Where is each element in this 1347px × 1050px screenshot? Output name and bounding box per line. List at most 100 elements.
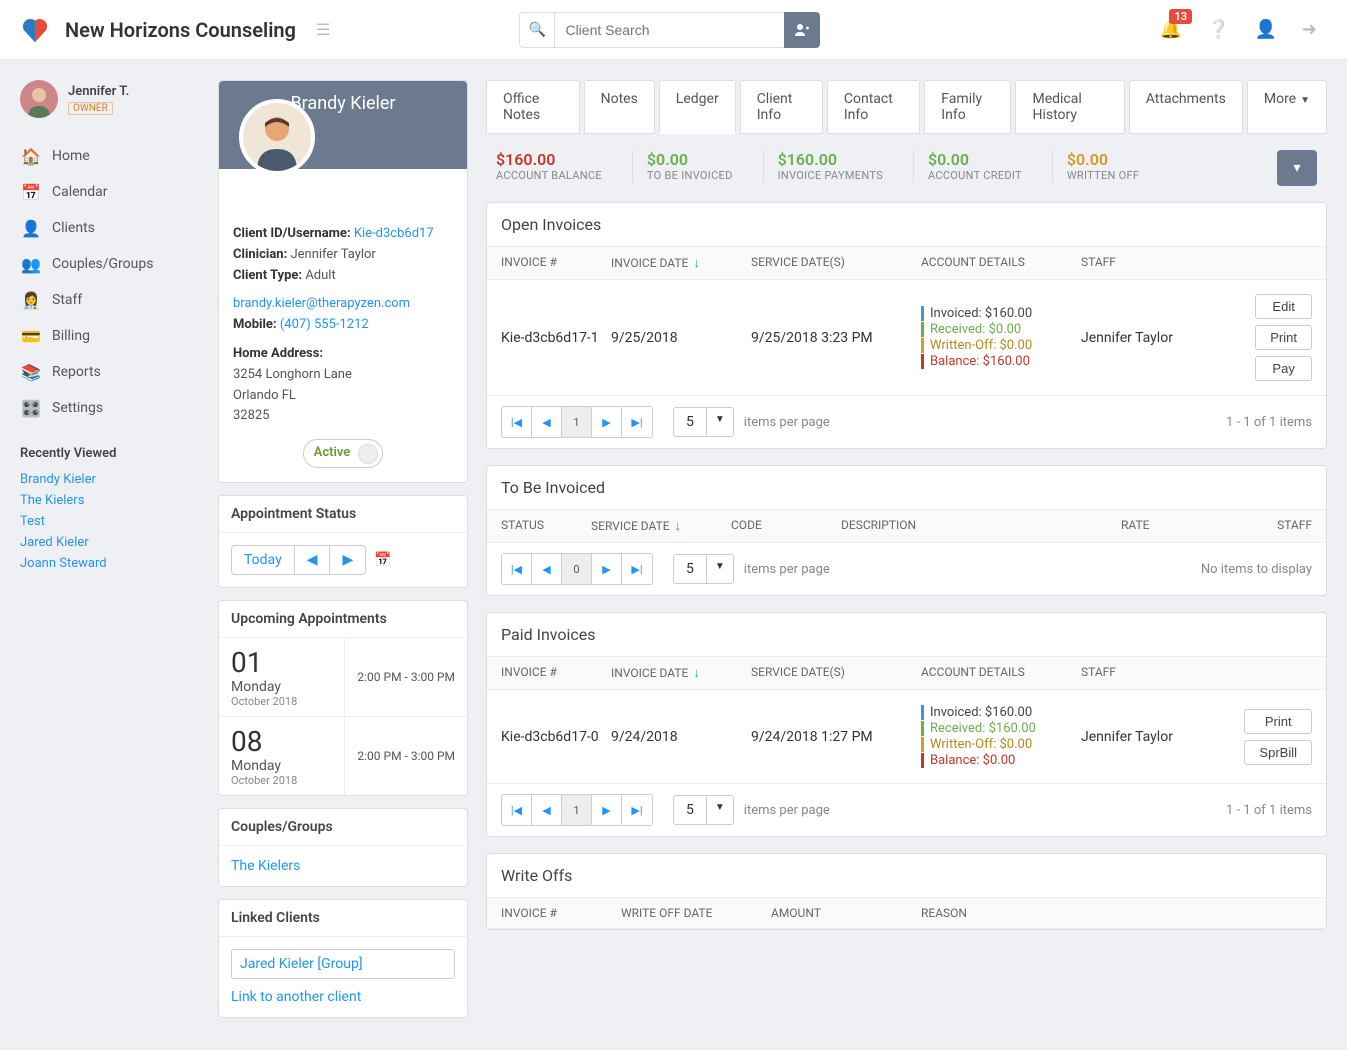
tab-family-info[interactable]: Family Info — [924, 80, 1011, 134]
client-details: Client ID/Username: Kie-d3cb6d17 Clinici… — [219, 169, 467, 482]
settings-icon: 🎛️ — [20, 397, 42, 419]
prev-page-button[interactable]: ◀ — [532, 554, 562, 584]
appointment-row[interactable]: 01MondayOctober 2018 2:00 PM - 3:00 PM — [219, 638, 467, 717]
next-day-button[interactable]: ▶ — [330, 546, 365, 574]
linked-clients-card: Linked Clients Jared Kieler [Group] Link… — [218, 899, 468, 1018]
appointment-row[interactable]: 08MondayOctober 2018 2:00 PM - 3:00 PM — [219, 717, 467, 795]
recent-header: Recently Viewed — [20, 446, 200, 461]
first-page-button[interactable]: |◀ — [502, 795, 532, 825]
sort-down-icon: ↓ — [693, 666, 700, 681]
nav-home[interactable]: 🏠Home — [20, 138, 200, 174]
tab-notes[interactable]: Notes — [584, 80, 655, 134]
calendar-picker-icon[interactable]: 📅 — [374, 552, 391, 568]
summary-metrics: $160.00ACCOUNT BALANCE $0.00TO BE INVOIC… — [486, 150, 1327, 186]
status-toggle[interactable]: Active — [303, 439, 384, 468]
search-icon[interactable]: 🔍 — [519, 12, 555, 48]
print-button[interactable]: Print — [1244, 709, 1312, 734]
tab-more[interactable]: More▼ — [1247, 80, 1327, 134]
menu-toggle-icon[interactable]: ☰ — [316, 20, 330, 39]
expand-button[interactable]: ▾ — [1277, 150, 1317, 186]
nav-couples[interactable]: 👥Couples/Groups — [20, 246, 200, 282]
prev-page-button[interactable]: ◀ — [532, 407, 562, 437]
paid-invoices-header: INVOICE # INVOICE DATE↓ SERVICE DATE(S) … — [487, 657, 1326, 690]
nav-list: 🏠Home 📅Calendar 👤Clients 👥Couples/Groups… — [20, 138, 200, 426]
open-invoices-pager: |◀ ◀ 1 ▶ ▶| 5▼ items per page 1 - 1 of 1… — [487, 396, 1326, 448]
page-size-select[interactable]: 5▼ — [673, 795, 734, 825]
app-title: New Horizons Counseling — [65, 18, 296, 42]
reports-icon: 📚 — [20, 361, 42, 383]
recent-link[interactable]: The Kielers — [20, 490, 200, 511]
recent-link[interactable]: Joann Steward — [20, 553, 200, 574]
home-icon: 🏠 — [20, 145, 42, 167]
invoice-number: Kie-d3cb6d17-1 — [501, 330, 611, 346]
paid-invoices-panel: Paid Invoices INVOICE # INVOICE DATE↓ SE… — [486, 612, 1327, 837]
link-another-client[interactable]: Link to another client — [231, 989, 361, 1005]
last-page-button[interactable]: ▶| — [622, 795, 652, 825]
prev-page-button[interactable]: ◀ — [532, 795, 562, 825]
linked-client-link[interactable]: Jared Kieler [Group] — [240, 956, 363, 972]
next-page-button[interactable]: ▶ — [592, 795, 622, 825]
next-page-button[interactable]: ▶ — [592, 407, 622, 437]
write-offs-header: INVOICE # WRITE OFF DATE AMOUNT REASON — [487, 898, 1326, 929]
first-page-button[interactable]: |◀ — [502, 554, 532, 584]
recent-link[interactable]: Brandy Kieler — [20, 469, 200, 490]
tab-client-info[interactable]: Client Info — [740, 80, 823, 134]
nav-reports[interactable]: 📚Reports — [20, 354, 200, 390]
couples-title: Couples/Groups — [219, 809, 467, 846]
nav-billing[interactable]: 💳Billing — [20, 318, 200, 354]
date-nav: Today ◀ ▶ — [231, 545, 366, 575]
page-size-select[interactable]: 5▼ — [673, 407, 734, 437]
recent-link[interactable]: Test — [20, 511, 200, 532]
tab-contact-info[interactable]: Contact Info — [827, 80, 920, 134]
invoice-row: Kie-d3cb6d17-1 9/25/2018 9/25/2018 3:23 … — [487, 280, 1326, 396]
clients-icon: 👤 — [20, 217, 42, 239]
nav-settings[interactable]: 🎛️Settings — [20, 390, 200, 426]
tab-office-notes[interactable]: Office Notes — [486, 80, 580, 134]
nav-clients[interactable]: 👤Clients — [20, 210, 200, 246]
last-page-button[interactable]: ▶| — [622, 554, 652, 584]
user-name: Jennifer T. — [68, 84, 129, 99]
open-invoices-panel: Open Invoices INVOICE # INVOICE DATE↓ SE… — [486, 202, 1327, 449]
print-button[interactable]: Print — [1255, 325, 1312, 350]
top-icons: 🔔13 ❔ 👤 ➜ — [1160, 19, 1317, 40]
client-email[interactable]: brandy.kieler@therapyzen.com — [233, 296, 410, 311]
tab-attachments[interactable]: Attachments — [1129, 80, 1243, 134]
last-page-button[interactable]: ▶| — [622, 407, 652, 437]
topbar: New Horizons Counseling ☰ 🔍 🔔13 ❔ 👤 ➜ — [0, 0, 1347, 60]
open-invoices-title: Open Invoices — [487, 203, 1326, 247]
calendar-icon: 📅 — [20, 181, 42, 203]
prev-day-button[interactable]: ◀ — [295, 546, 331, 574]
account-icon[interactable]: 👤 — [1254, 19, 1276, 40]
first-page-button[interactable]: |◀ — [502, 407, 532, 437]
today-button[interactable]: Today — [232, 546, 295, 574]
client-search-input[interactable] — [555, 12, 785, 48]
tab-medical-history[interactable]: Medical History — [1015, 80, 1124, 134]
tabs: Office Notes Notes Ledger Client Info Co… — [486, 80, 1327, 134]
sidebar: Jennifer T. OWNER 🏠Home 📅Calendar 👤Clien… — [20, 80, 200, 1030]
user-avatar — [20, 80, 58, 118]
client-header: Brandy Kieler — [219, 81, 467, 169]
client-id[interactable]: Kie-d3cb6d17 — [354, 226, 434, 241]
main-content: Office Notes Notes Ledger Client Info Co… — [486, 80, 1327, 1030]
couples-card: Couples/Groups The Kielers — [218, 808, 468, 887]
couples-link[interactable]: The Kielers — [231, 858, 300, 874]
chevron-down-icon: ▼ — [1300, 95, 1310, 106]
sprbill-button[interactable]: SprBill — [1244, 740, 1312, 765]
edit-button[interactable]: Edit — [1255, 294, 1312, 319]
invoice-row: Kie-d3cb6d17-0 9/24/2018 9/24/2018 1:27 … — [487, 690, 1326, 784]
appt-status-title: Appointment Status — [219, 496, 467, 533]
tab-ledger[interactable]: Ledger — [659, 80, 736, 134]
add-client-button[interactable] — [784, 12, 820, 48]
pay-button[interactable]: Pay — [1255, 356, 1312, 381]
notifications-icon[interactable]: 🔔13 — [1160, 19, 1182, 40]
next-page-button[interactable]: ▶ — [592, 554, 622, 584]
page-number: 0 — [562, 554, 592, 584]
recent-link[interactable]: Jared Kieler — [20, 532, 200, 553]
page-size-select[interactable]: 5▼ — [673, 554, 734, 584]
couples-icon: 👥 — [20, 253, 42, 275]
help-icon[interactable]: ❔ — [1207, 19, 1229, 40]
nav-calendar[interactable]: 📅Calendar — [20, 174, 200, 210]
nav-staff[interactable]: 👩‍⚕️Staff — [20, 282, 200, 318]
logout-icon[interactable]: ➜ — [1302, 19, 1317, 40]
client-mobile[interactable]: (407) 555-1212 — [280, 317, 369, 332]
